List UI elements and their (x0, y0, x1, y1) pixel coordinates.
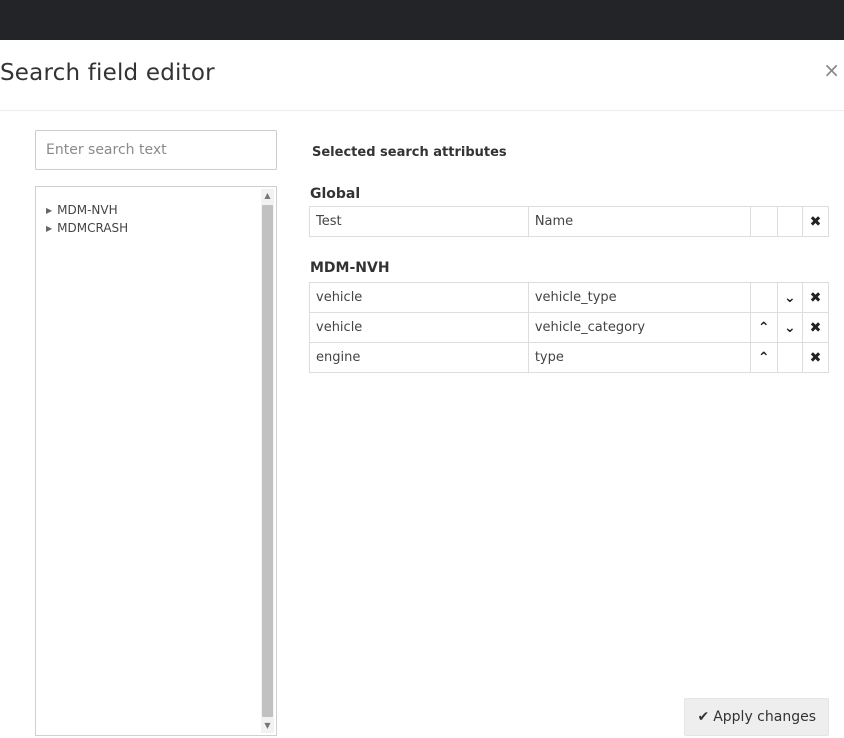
close-icon[interactable]: × (823, 60, 840, 80)
mdm-nvh-attributes-table: vehicle vehicle_type ⌄ ✖ vehicle vehicle… (309, 282, 830, 373)
remove-icon[interactable]: ✖ (801, 312, 830, 343)
dialog-header: Search field editor × (0, 40, 844, 111)
attribute-type-cell: engine (309, 342, 529, 373)
table-row: vehicle vehicle_type ⌄ ✖ (309, 282, 830, 313)
scrollbar-thumb[interactable] (262, 205, 273, 717)
attribute-type-cell: Test (309, 206, 529, 237)
apply-changes-button[interactable]: ✔ Apply changes (684, 698, 829, 736)
scroll-down-arrow-icon[interactable]: ▼ (261, 719, 274, 733)
tree-scrollbar[interactable]: ▲ ▼ (261, 189, 274, 733)
tree-list: ▶ MDM-NVH ▶ MDMCRASH (46, 201, 128, 237)
table-row: Test Name ✖ (309, 206, 830, 237)
checkmark-icon: ✔ (697, 709, 710, 725)
table-row: vehicle vehicle_category ⌃ ⌄ ✖ (309, 312, 830, 343)
move-down-cell (776, 342, 803, 373)
global-attributes-table: Test Name ✖ (309, 206, 830, 237)
attribute-type-cell: vehicle (309, 282, 529, 313)
caret-right-icon[interactable]: ▶ (46, 220, 52, 238)
search-input[interactable] (35, 130, 277, 170)
table-row: engine type ⌃ ✖ (309, 342, 830, 373)
selected-attributes-heading: Selected search attributes (312, 145, 507, 160)
attribute-name-cell: type (527, 342, 751, 373)
remove-icon[interactable]: ✖ (801, 342, 830, 373)
apply-changes-label: Apply changes (713, 709, 816, 725)
tree-item-mdmcrash[interactable]: ▶ MDMCRASH (46, 219, 128, 237)
tree-item-label: MDMCRASH (57, 221, 129, 235)
group-label-mdm-nvh: MDM-NVH (310, 260, 390, 276)
attribute-name-cell: vehicle_category (527, 312, 751, 343)
attribute-name-cell: vehicle_type (527, 282, 751, 313)
group-label-global: Global (310, 186, 361, 202)
move-down-cell (776, 206, 803, 237)
chevron-down-icon[interactable]: ⌄ (776, 282, 803, 313)
tree-item-mdm-nvh[interactable]: ▶ MDM-NVH (46, 201, 128, 219)
dialog-title: Search field editor (0, 60, 215, 86)
attribute-tree[interactable]: ▶ MDM-NVH ▶ MDMCRASH ▲ ▼ (35, 186, 277, 736)
move-up-cell (749, 206, 778, 237)
top-navbar (0, 0, 844, 40)
move-up-cell (749, 282, 778, 313)
caret-right-icon[interactable]: ▶ (46, 202, 52, 220)
scroll-up-arrow-icon[interactable]: ▲ (261, 189, 274, 203)
chevron-up-icon[interactable]: ⌃ (749, 312, 778, 343)
remove-icon[interactable]: ✖ (801, 206, 830, 237)
tree-item-label: MDM-NVH (57, 203, 118, 217)
attribute-type-cell: vehicle (309, 312, 529, 343)
chevron-up-icon[interactable]: ⌃ (749, 342, 778, 373)
attribute-name-cell: Name (527, 206, 751, 237)
chevron-down-icon[interactable]: ⌄ (776, 312, 803, 343)
remove-icon[interactable]: ✖ (801, 282, 830, 313)
